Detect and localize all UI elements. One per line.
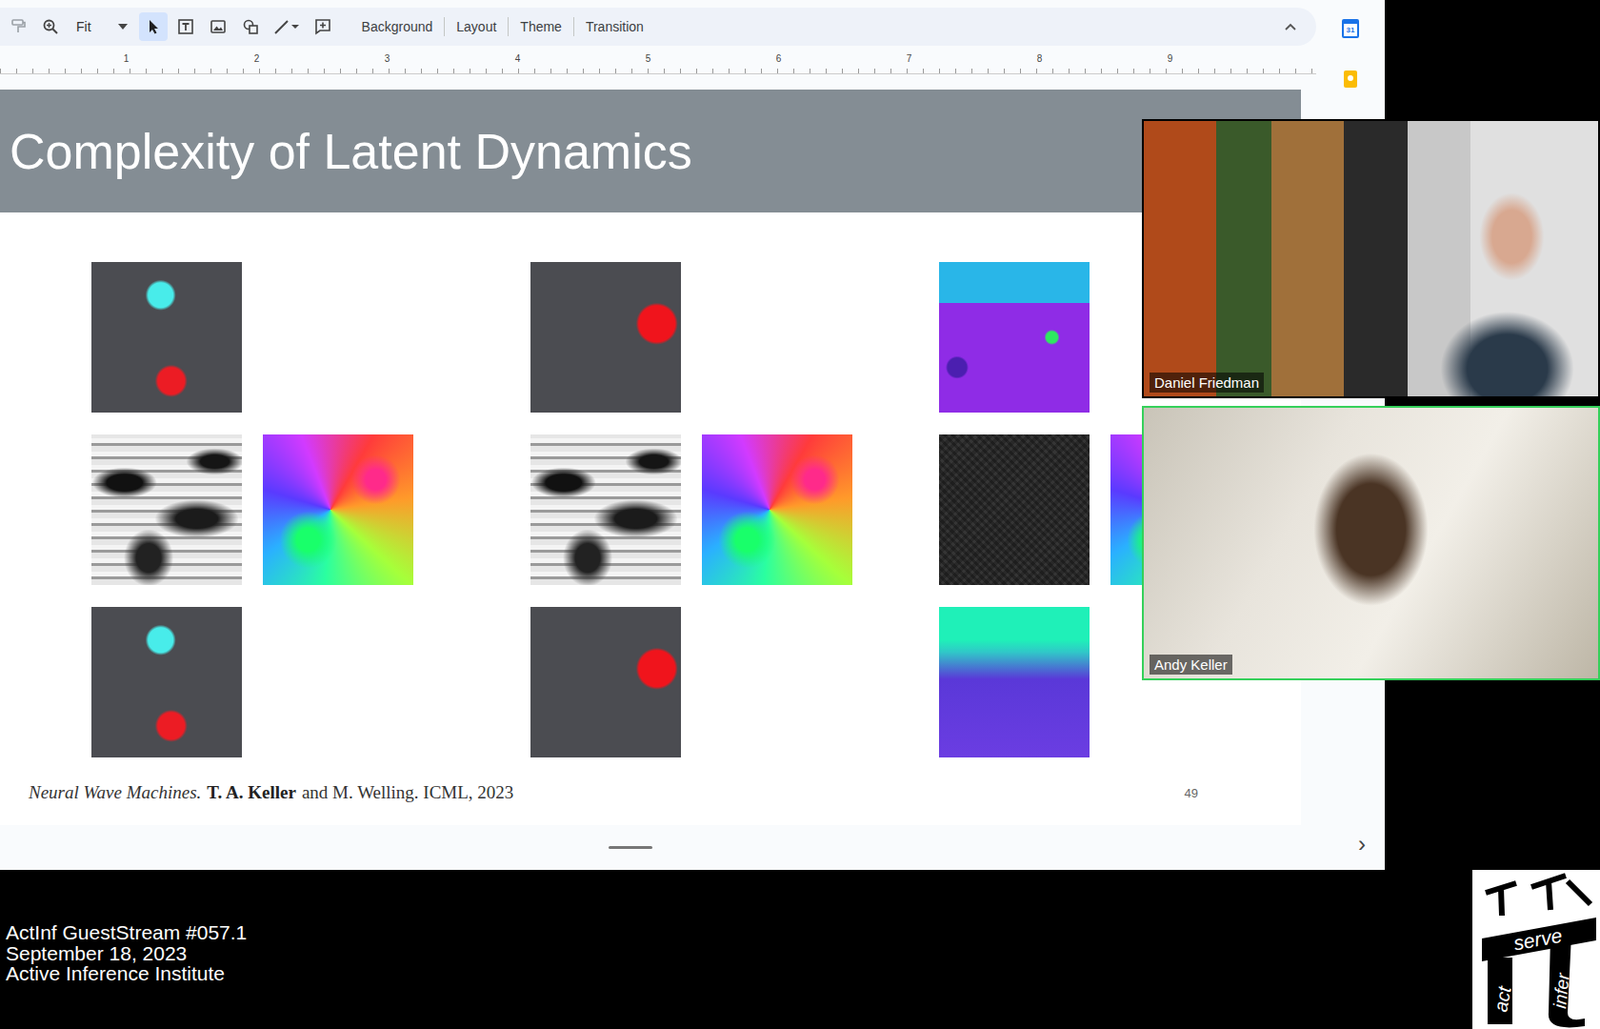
- screen: Fit Background Layout Theme Transition 123456…: [0, 0, 1600, 1029]
- figure-row: [530, 606, 857, 758]
- calendar-day: 31: [1346, 26, 1356, 35]
- toolbar-button[interactable]: Transition: [578, 13, 652, 40]
- shapes-tool[interactable]: [236, 12, 265, 41]
- logo-serve: serve: [1511, 923, 1564, 955]
- figure-row: [91, 261, 415, 413]
- figure-row: [530, 261, 857, 413]
- line-icon: [273, 18, 300, 36]
- logo: serve act infer: [1472, 869, 1600, 1029]
- comment-icon: [314, 18, 332, 36]
- figure-panel: [939, 261, 1090, 413]
- cursor-icon: [144, 18, 162, 36]
- zoom-select[interactable]: Fit: [68, 12, 136, 41]
- collapse-button[interactable]: [1276, 12, 1305, 41]
- ruler-number: 4: [452, 53, 583, 65]
- figure-panel: [91, 434, 242, 585]
- next-arrow[interactable]: ›: [1358, 832, 1366, 856]
- stream-info: ActInf GuestStream #057.1September 18, 2…: [0, 869, 247, 1029]
- participant-name: Daniel Friedman: [1149, 372, 1264, 393]
- textbox-tool[interactable]: [171, 12, 200, 41]
- caret-icon: [118, 23, 128, 30]
- zoom-tool[interactable]: [36, 12, 65, 41]
- slide-number: 49: [1184, 785, 1199, 800]
- figure-panel: [91, 261, 242, 413]
- ruler-number: 1: [60, 53, 192, 65]
- figure-panel: [939, 434, 1090, 585]
- shapes-icon: [241, 18, 260, 36]
- line-tool[interactable]: [268, 12, 305, 41]
- editor-main: Fit Background Layout Theme Transition 123456…: [0, 0, 1317, 825]
- figure-panel: [939, 606, 1090, 758]
- filmstrip-bar: ›: [0, 824, 1385, 870]
- stream-line: September 18, 2023: [5, 942, 247, 964]
- ruler-number: 6: [713, 53, 844, 65]
- calendar-button[interactable]: 31: [1341, 19, 1360, 39]
- citation-authors: T. A. Keller: [206, 781, 297, 803]
- ruler-number: 9: [1104, 53, 1236, 65]
- comment-tool[interactable]: [308, 12, 338, 41]
- participant-video: Andy Keller: [1141, 405, 1600, 680]
- slide[interactable]: Complexity of Latent Dynamics Neural Wave…: [0, 89, 1301, 825]
- citation-title: Neural Wave Machines.: [28, 781, 201, 803]
- paint-format-icon: [9, 18, 27, 36]
- toolbar-separator: [507, 17, 509, 37]
- image-icon: [209, 18, 227, 36]
- act-infer-logo-icon: serve act infer: [1472, 869, 1600, 1029]
- figure-row: [91, 606, 415, 758]
- figure-panel: [530, 261, 681, 413]
- toolbar-menu: Background Layout Theme Transition: [354, 13, 652, 40]
- toolbar: Fit Background Layout Theme Transition: [0, 7, 1317, 46]
- slide-footer: Neural Wave Machines.T. A. Kellerand M. …: [0, 781, 1301, 803]
- participant-name: Andy Keller: [1149, 654, 1233, 675]
- image-tool[interactable]: [203, 12, 233, 41]
- citation: Neural Wave Machines.T. A. Kellerand M. …: [28, 781, 514, 803]
- textbox-icon: [177, 18, 195, 36]
- keep-icon: [1343, 70, 1358, 88]
- figures: [0, 261, 1301, 758]
- stream-line: Active Inference Institute: [5, 962, 247, 984]
- stream-footer: ActInf GuestStream #057.1September 18, 2…: [0, 869, 1600, 1029]
- ruler-number: 2: [191, 53, 322, 65]
- ruler-number: 8: [974, 53, 1105, 65]
- figure-group: [91, 261, 415, 758]
- slide-body: Neural Wave Machines.T. A. Kellerand M. …: [0, 212, 1301, 825]
- cursor-tool[interactable]: [139, 12, 168, 41]
- citation-rest: and M. Welling. ICML, 2023: [301, 781, 514, 803]
- toolbar-button[interactable]: Background: [354, 13, 441, 40]
- stream-line: ActInf GuestStream #057.1: [5, 921, 247, 943]
- ruler-number: 3: [321, 53, 453, 65]
- ruler-number: 7: [843, 53, 975, 65]
- logo-act: act: [1489, 982, 1516, 1014]
- ruler: 123456789: [0, 53, 1317, 75]
- toolbar-separator: [573, 17, 575, 37]
- toolbar-separator: [443, 17, 445, 37]
- logo-infer: infer: [1549, 971, 1574, 1010]
- keep-button[interactable]: [1343, 70, 1358, 88]
- zoom-icon: [41, 18, 60, 36]
- figure-group: [530, 261, 857, 758]
- figure-panel: [262, 434, 414, 585]
- slide-header: Complexity of Latent Dynamics: [0, 89, 1301, 213]
- participant-video: Daniel Friedman: [1141, 119, 1600, 399]
- zoom-label: Fit: [76, 19, 92, 35]
- paint-tool[interactable]: [3, 12, 33, 41]
- figure-panel: [91, 606, 242, 758]
- figure-row: [530, 434, 857, 585]
- ruler-number: 5: [582, 53, 714, 65]
- toolbar-button[interactable]: Theme: [512, 13, 570, 40]
- figure-panel: [701, 434, 853, 585]
- figure-row: [91, 434, 415, 585]
- chevron-up-icon: [1283, 21, 1298, 32]
- toolbar-button[interactable]: Layout: [448, 13, 504, 40]
- resize-handle[interactable]: [608, 845, 653, 849]
- figure-panel: [530, 606, 681, 758]
- figure-panel: [530, 434, 681, 585]
- slide-title: Complexity of Latent Dynamics: [9, 122, 693, 180]
